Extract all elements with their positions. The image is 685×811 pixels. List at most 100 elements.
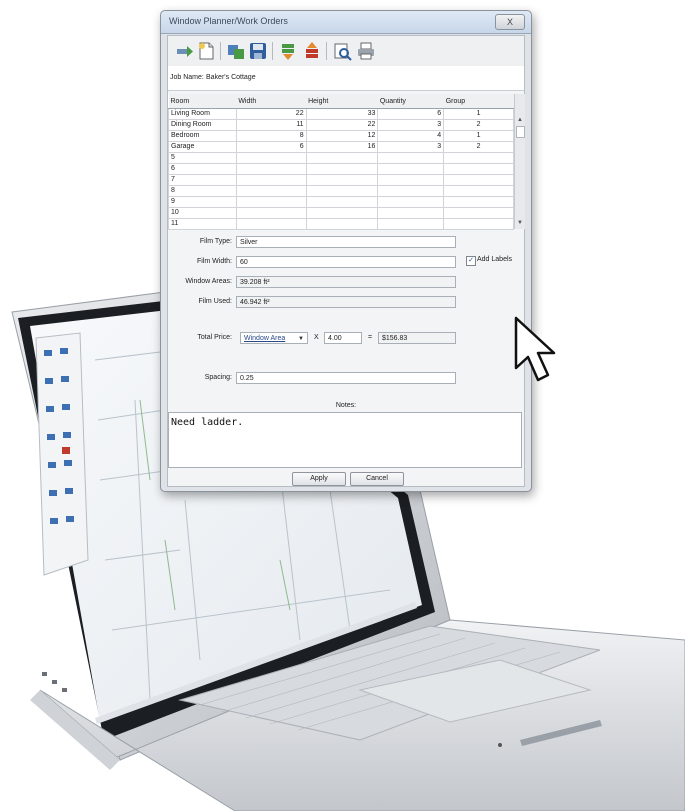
new-record-icon[interactable] xyxy=(174,41,194,61)
notes-label: Notes: xyxy=(335,402,357,409)
table-row[interactable]: Bedroom 8 12 4 1 xyxy=(168,130,514,142)
film-type-field[interactable]: Silver xyxy=(236,236,456,248)
height-cell[interactable] xyxy=(305,207,379,219)
group-cell[interactable]: 1 xyxy=(443,130,514,142)
width-cell[interactable] xyxy=(235,196,307,208)
width-cell[interactable] xyxy=(235,185,307,197)
quantity-cell[interactable]: 4 xyxy=(377,130,445,142)
table-scrollbar[interactable]: ▲ ▼ xyxy=(514,94,525,229)
height-cell[interactable]: 16 xyxy=(305,141,379,153)
room-cell[interactable]: 11 xyxy=(168,218,237,230)
group-cell[interactable] xyxy=(443,218,514,230)
scroll-thumb[interactable] xyxy=(516,126,525,138)
new-document-icon[interactable] xyxy=(196,41,216,61)
print-preview-icon[interactable] xyxy=(332,41,352,61)
width-cell[interactable]: 11 xyxy=(235,119,307,131)
mouse-pointer-icon xyxy=(514,316,556,382)
quantity-cell[interactable] xyxy=(377,174,445,186)
group-cell[interactable]: 2 xyxy=(443,141,514,153)
width-cell[interactable] xyxy=(235,218,307,230)
room-cell[interactable]: Living Room xyxy=(168,108,237,120)
column-header-room[interactable]: Room xyxy=(168,94,237,109)
group-cell[interactable] xyxy=(443,163,514,175)
open-icon[interactable] xyxy=(226,41,246,61)
room-cell[interactable]: 7 xyxy=(168,174,237,186)
width-cell[interactable] xyxy=(235,174,307,186)
table-row[interactable]: Dining Room 11 22 3 2 xyxy=(168,119,514,131)
quantity-cell[interactable]: 3 xyxy=(377,141,445,153)
film-width-field[interactable]: 60 xyxy=(236,256,456,268)
close-button[interactable]: X xyxy=(495,14,525,30)
move-down-icon[interactable] xyxy=(278,41,298,61)
height-cell[interactable] xyxy=(305,196,379,208)
width-cell[interactable] xyxy=(235,152,307,164)
quantity-cell[interactable] xyxy=(377,163,445,175)
room-cell[interactable]: 9 xyxy=(168,196,237,208)
height-cell[interactable] xyxy=(305,152,379,164)
toolbar-separator xyxy=(326,42,327,60)
column-header-quantity[interactable]: Quantity xyxy=(377,94,444,109)
width-cell[interactable] xyxy=(235,163,307,175)
apply-button[interactable]: Apply xyxy=(292,472,346,486)
quantity-cell[interactable]: 3 xyxy=(377,119,445,131)
scroll-up-icon[interactable]: ▲ xyxy=(516,116,524,124)
quantity-cell[interactable]: 6 xyxy=(377,108,445,120)
height-cell[interactable]: 12 xyxy=(305,130,379,142)
width-cell[interactable]: 8 xyxy=(235,130,307,142)
height-cell[interactable] xyxy=(305,218,379,230)
print-icon[interactable] xyxy=(356,41,376,61)
spacing-label: Spacing: xyxy=(204,374,232,381)
table-row[interactable]: 7 xyxy=(168,174,514,186)
scroll-down-icon[interactable]: ▼ xyxy=(516,219,524,227)
table-row[interactable]: Living Room 22 33 6 1 xyxy=(168,108,514,120)
group-cell[interactable] xyxy=(443,152,514,164)
price-basis-dropdown[interactable]: Window Area ▼ xyxy=(240,332,308,344)
job-name-field[interactable]: Baker's Cottage xyxy=(206,74,256,81)
quantity-cell[interactable] xyxy=(377,207,445,219)
group-cell[interactable]: 1 xyxy=(443,108,514,120)
table-row[interactable]: 5 xyxy=(168,152,514,164)
table-row[interactable]: 9 xyxy=(168,196,514,208)
height-cell[interactable] xyxy=(305,185,379,197)
save-icon[interactable] xyxy=(248,41,268,61)
table-row[interactable]: 6 xyxy=(168,163,514,175)
group-cell[interactable] xyxy=(443,207,514,219)
room-cell[interactable]: 5 xyxy=(168,152,237,164)
height-cell[interactable] xyxy=(305,174,379,186)
height-cell[interactable] xyxy=(305,163,379,175)
quantity-cell[interactable] xyxy=(377,196,445,208)
cancel-button[interactable]: Cancel xyxy=(350,472,404,486)
rate-field[interactable]: 4.00 xyxy=(324,332,362,344)
table-row[interactable]: 8 xyxy=(168,185,514,197)
notes-textarea[interactable]: Need ladder. xyxy=(168,412,522,468)
height-cell[interactable]: 22 xyxy=(305,119,379,131)
table-row[interactable]: 10 xyxy=(168,207,514,219)
group-cell[interactable] xyxy=(443,196,514,208)
title-bar[interactable]: Window Planner/Work Orders X xyxy=(161,11,531,34)
room-cell[interactable]: 10 xyxy=(168,207,237,219)
height-cell[interactable]: 33 xyxy=(305,108,379,120)
column-header-group[interactable]: Group xyxy=(443,94,514,109)
quantity-cell[interactable] xyxy=(377,152,445,164)
room-cell[interactable]: Bedroom xyxy=(168,130,237,142)
film-type-label: Film Type: xyxy=(199,238,232,245)
move-up-icon[interactable] xyxy=(302,41,322,61)
table-row[interactable]: Garage 6 16 3 2 xyxy=(168,141,514,153)
table-row[interactable]: 11 xyxy=(168,218,514,230)
width-cell[interactable] xyxy=(235,207,307,219)
add-labels-checkbox[interactable]: ✓ xyxy=(466,256,476,266)
room-cell[interactable]: Garage xyxy=(168,141,237,153)
quantity-cell[interactable] xyxy=(377,185,445,197)
group-cell[interactable] xyxy=(443,174,514,186)
room-cell[interactable]: Dining Room xyxy=(168,119,237,131)
group-cell[interactable]: 2 xyxy=(443,119,514,131)
spacing-field[interactable]: 0.25 xyxy=(236,372,456,384)
room-cell[interactable]: 8 xyxy=(168,185,237,197)
column-header-width[interactable]: Width xyxy=(236,94,307,109)
quantity-cell[interactable] xyxy=(377,218,445,230)
column-header-height[interactable]: Height xyxy=(306,94,378,109)
width-cell[interactable]: 22 xyxy=(235,108,307,120)
group-cell[interactable] xyxy=(443,185,514,197)
room-cell[interactable]: 6 xyxy=(168,163,237,175)
width-cell[interactable]: 6 xyxy=(235,141,307,153)
